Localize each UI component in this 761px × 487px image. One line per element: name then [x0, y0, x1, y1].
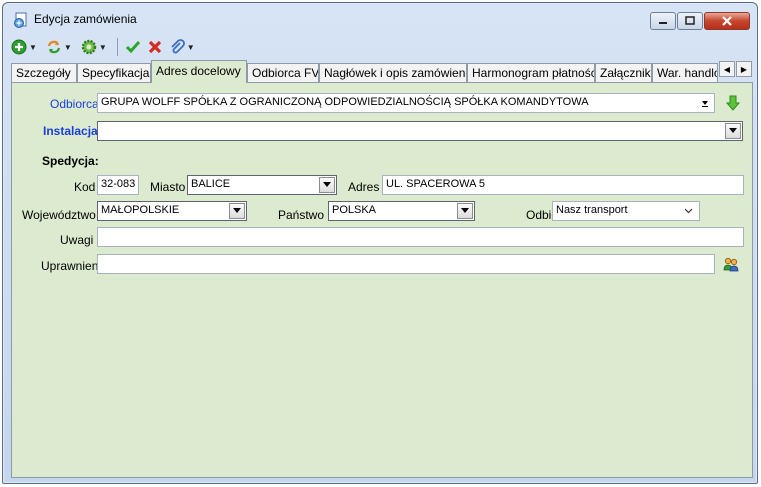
tab-label: War. handlo [657, 66, 718, 80]
panstwo-label: Państwo [278, 208, 325, 222]
tab-szczegoly[interactable]: Szczegóły [11, 63, 77, 82]
close-icon [722, 16, 732, 26]
window-title: Edycja zamówienia [34, 12, 137, 26]
tab-warunki-handlowe[interactable]: War. handlo [652, 63, 718, 82]
uwagi-label: Uwagi [60, 233, 94, 247]
check-icon [125, 41, 140, 54]
tab-odbiorca-fv[interactable]: Odbiorca FV [247, 63, 319, 82]
chevron-down-icon[interactable] [457, 203, 473, 219]
tab-strip: Szczegóły Specyfikacja Adres docelowy Od… [11, 60, 753, 83]
refresh-icon [47, 40, 61, 54]
toolbar-separator [116, 38, 118, 56]
order-window-icon [13, 12, 29, 28]
chevron-down-icon[interactable] [319, 177, 335, 193]
chevron-down-icon[interactable] [681, 204, 695, 218]
instalacja-combobox[interactable] [97, 121, 743, 141]
dropdown-arrow-icon: ▼ [63, 42, 72, 52]
odbior-value: Nasz transport [556, 204, 628, 216]
chevron-left-icon: ◀ [723, 64, 731, 74]
gear-icon [81, 39, 97, 55]
miasto-combobox[interactable]: BALICE [187, 175, 337, 195]
minimize-icon [659, 22, 667, 24]
order-edit-window: Edycja zamówienia ▼ ▼ ▼ ▼ Szczegóły Spec… [2, 2, 758, 484]
odbiorca-label: Odbiorca [50, 97, 99, 111]
tab-label: Odbiorca FV [252, 66, 319, 80]
tab-adres-docelowy[interactable]: Adres docelowy [151, 60, 247, 83]
kod-value: 32-083 [101, 178, 136, 190]
wojewodztwo-combobox[interactable]: MAŁOPOLSKIE [97, 201, 247, 221]
instalacja-label: Instalacja [43, 124, 98, 138]
attach-button[interactable]: ▼ [167, 36, 200, 58]
chevron-down-icon[interactable] [229, 203, 245, 219]
settings-button[interactable]: ▼ [79, 36, 112, 58]
cross-icon [148, 40, 161, 54]
tab-zalaczniki[interactable]: Załączniki [595, 63, 652, 82]
miasto-label: Miasto [150, 180, 186, 194]
panstwo-value: POLSKA [332, 204, 377, 216]
toolbar: ▼ ▼ ▼ ▼ [9, 34, 751, 60]
spedycja-heading: Spedycja: [42, 154, 99, 168]
tab-label: Załączniki [600, 66, 652, 80]
green-arrow-down-icon[interactable] [725, 95, 742, 111]
adres-input[interactable]: UL. SPACEROWA 5 [382, 175, 744, 195]
chevron-right-icon: ▶ [740, 64, 748, 74]
kod-label: Kod [74, 180, 96, 194]
address-panel: Odbiorca GRUPA WOLFF SPÓŁKA Z OGRANICZON… [11, 82, 753, 478]
maximize-icon [685, 16, 695, 25]
wojewodztwo-label: Województwo [22, 208, 96, 222]
tab-label: Adres docelowy [156, 64, 241, 78]
title-bar[interactable]: Edycja zamówienia [3, 3, 757, 33]
tab-label: Nagłówek i opis zamówienia [324, 66, 467, 80]
close-button[interactable] [704, 12, 750, 30]
add-button[interactable]: ▼ [9, 36, 42, 58]
tab-harmonogram[interactable]: Harmonogram płatności [467, 63, 595, 82]
tab-specyfikacja[interactable]: Specyfikacja [77, 63, 151, 82]
odbiorca-combobox[interactable]: GRUPA WOLFF SPÓŁKA Z OGRANICZONĄ ODPOWIE… [97, 93, 715, 113]
tab-label: Harmonogram płatności [472, 66, 595, 80]
odbior-select[interactable]: Nasz transport [552, 201, 700, 221]
add-icon [11, 39, 27, 55]
tab-scroll-right-button[interactable]: ▶ [736, 61, 752, 77]
tab-scroll-left-button[interactable]: ◀ [719, 61, 735, 77]
cancel-button[interactable] [145, 36, 165, 58]
miasto-value: BALICE [191, 178, 231, 190]
dropdown-arrow-icon: ▼ [98, 42, 107, 52]
confirm-button[interactable] [123, 36, 143, 58]
adres-value: UL. SPACEROWA 5 [386, 178, 486, 190]
adres-label: Adres [348, 180, 380, 194]
dropdown-arrow-icon: ▼ [29, 42, 37, 52]
tab-naglowek[interactable]: Nagłówek i opis zamówienia [319, 63, 467, 82]
uprawnieni-input[interactable] [97, 254, 715, 274]
uprawnieni-label: Uprawnieni [41, 259, 102, 273]
dropdown-arrow-icon: ▼ [186, 42, 195, 52]
uwagi-input[interactable] [97, 227, 744, 247]
panstwo-combobox[interactable]: POLSKA [328, 201, 475, 221]
kod-input[interactable]: 32-083 [97, 175, 139, 195]
maximize-button[interactable] [677, 12, 703, 30]
users-icon[interactable] [723, 256, 739, 272]
chevron-down-icon[interactable] [697, 95, 713, 111]
tab-label: Szczegóły [16, 66, 71, 80]
paperclip-icon [171, 39, 185, 54]
odbiorca-value: GRUPA WOLFF SPÓŁKA Z OGRANICZONĄ ODPOWIE… [101, 96, 589, 108]
minimize-button[interactable] [650, 12, 676, 30]
wojewodztwo-value: MAŁOPOLSKIE [101, 204, 180, 216]
chevron-down-icon[interactable] [725, 123, 741, 139]
refresh-button[interactable]: ▼ [44, 36, 77, 58]
tab-label: Specyfikacja [82, 66, 150, 80]
